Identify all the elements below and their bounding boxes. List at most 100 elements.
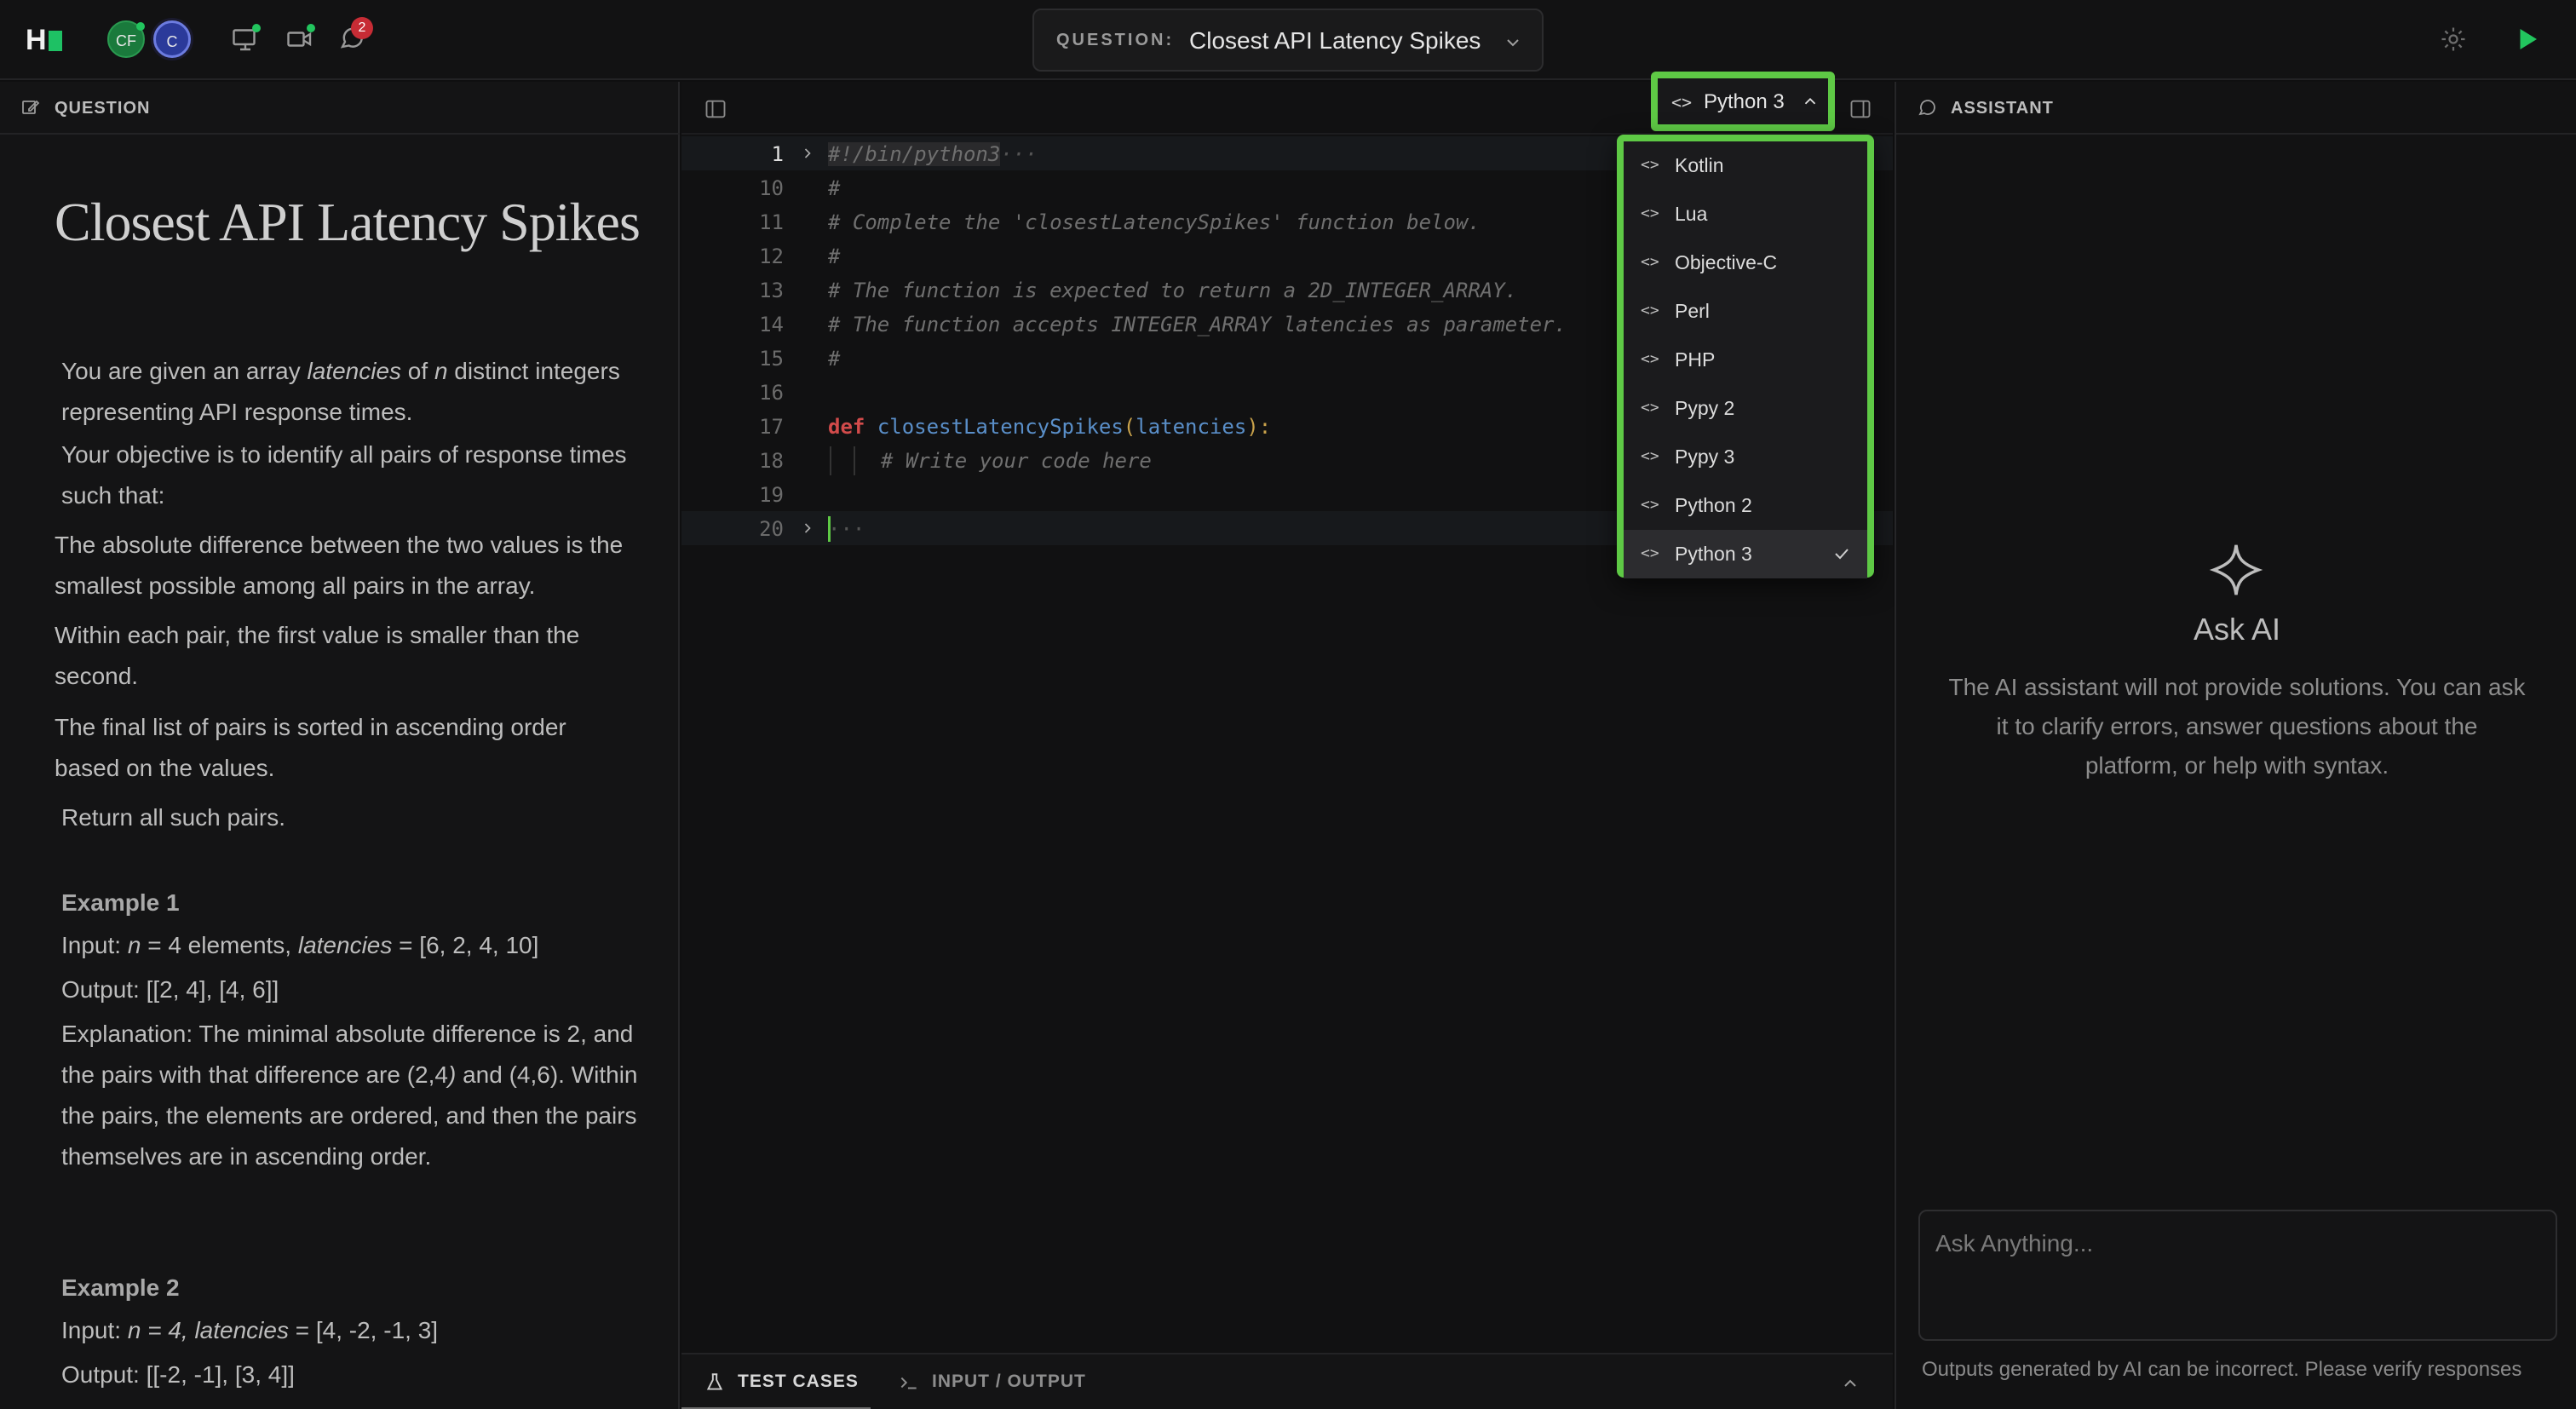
question-selector-title: Closest API Latency Spikes [1189, 27, 1481, 54]
rule-sorted-list: The final list of pairs is sorted in asc… [55, 714, 566, 781]
hackerrank-logo[interactable]: H [26, 26, 63, 55]
fold-chevron-right-icon[interactable] [799, 145, 816, 162]
video-status-dot [307, 24, 315, 32]
return-statement: Return all such pairs. [61, 804, 286, 831]
language-option-label: Kotlin [1675, 154, 1724, 176]
language-option-label: Pypy 2 [1675, 397, 1735, 419]
rule-smallest-difference: The absolute difference between the two … [55, 532, 624, 599]
code-text: # [828, 244, 841, 268]
line-number: 11 [759, 210, 784, 234]
terminal-icon [900, 1377, 917, 1389]
line-number: 13 [759, 279, 784, 302]
code-brackets-icon: <> [1641, 302, 1659, 319]
language-option-python-3[interactable]: <> Python 3 [1624, 530, 1867, 578]
line-number: 20 [759, 517, 784, 541]
code-text: def closestLatencySpikes(latencies): [828, 415, 1272, 439]
language-option-label: Pypy 3 [1675, 446, 1735, 468]
language-option-lua[interactable]: <> Lua [1624, 190, 1867, 239]
line-number: 15 [759, 347, 784, 371]
code-brackets-icon: <> [1641, 447, 1659, 465]
toggle-left-sidebar-icon[interactable] [704, 97, 727, 121]
fold-chevron-right-icon[interactable] [799, 520, 816, 537]
toggle-right-panel-icon[interactable] [1849, 97, 1872, 121]
checkmark-icon [1835, 549, 1849, 560]
question-panel-header: QUESTION [0, 82, 680, 135]
tab-test-cases[interactable]: TEST CASES [738, 1372, 859, 1392]
run-play-icon[interactable] [2511, 24, 2542, 55]
language-selector-label: Python 3 [1704, 90, 1785, 113]
example-2-heading: Example 2 [61, 1274, 180, 1301]
language-option-php[interactable]: <> PHP [1624, 336, 1867, 384]
language-option-pypy-2[interactable]: <> Pypy 2 [1624, 384, 1867, 433]
language-option-label: PHP [1675, 348, 1716, 371]
question-panel: QUESTION Closest API Latency Spikes You … [0, 82, 680, 1409]
language-option-label: Lua [1675, 203, 1708, 225]
screen-share-status-dot [252, 24, 261, 32]
sparkle-icon [2209, 544, 2263, 595]
ask-ai-input[interactable] [1935, 1227, 2532, 1261]
language-option-perl[interactable]: <> Perl [1624, 287, 1867, 336]
flask-icon [706, 1373, 723, 1390]
code-brackets-icon: <> [1641, 204, 1659, 222]
example-1-output: Output: [[2, 4], [4, 6]] [61, 976, 279, 1003]
code-brackets-icon: <> [1641, 399, 1659, 417]
language-option-label: Perl [1675, 300, 1710, 322]
top-bar: H CF C 2 QUESTION: Closest API Latency S… [0, 0, 2576, 80]
ai-disclaimer: Outputs generated by AI can be incorrect… [1922, 1358, 2522, 1381]
language-option-label: Python 2 [1675, 494, 1752, 516]
code-text: ··· [828, 517, 865, 541]
line-number: 14 [759, 313, 784, 336]
code-brackets-icon: <> [1641, 156, 1659, 174]
line-number: 16 [759, 381, 784, 405]
tab-input-output[interactable]: INPUT / OUTPUT [932, 1372, 1086, 1392]
avatar-participant-1[interactable]: CF [107, 20, 145, 58]
example-2-input: Input: n = 4, latencies = [4, -2, -1, 3] [61, 1317, 439, 1343]
language-option-python-2[interactable]: <> Python 2 [1624, 481, 1867, 530]
example-1-input: Input: n = 4 elements, latencies = [6, 2… [61, 932, 539, 958]
assistant-panel: ASSISTANT Ask AI The AI assistant will n… [1895, 82, 2576, 1409]
line-number: 10 [759, 176, 784, 200]
code-brackets-icon: <> [1641, 544, 1659, 562]
code-text: # [828, 176, 841, 200]
logo-square [48, 31, 62, 51]
code-text: # [828, 347, 841, 371]
code-text: # Write your code here [881, 449, 1152, 473]
question-objective: Your objective is to identify all pairs … [61, 441, 627, 509]
ask-ai-title: Ask AI [2193, 612, 2281, 647]
language-option-kotlin[interactable]: <> Kotlin [1624, 141, 1867, 190]
assistant-panel-title: ASSISTANT [1951, 99, 2054, 118]
line-number: 18 [759, 449, 784, 473]
chevron-down-icon [1507, 39, 1519, 47]
avatar-participant-2[interactable]: C [153, 20, 191, 58]
language-option-objective-c[interactable]: <> Objective-C [1624, 239, 1867, 287]
assistant-panel-header: ASSISTANT [1896, 82, 2576, 135]
question-intro: You are given an array latencies of n di… [61, 358, 620, 425]
code-text: #!/bin/python3··· [828, 142, 1038, 166]
ask-ai-input-box[interactable] [1918, 1210, 2557, 1341]
example-1-heading: Example 1 [61, 889, 180, 916]
line-number: 19 [759, 483, 784, 507]
code-brackets-icon: <> [1671, 92, 1693, 112]
language-option-pypy-3[interactable]: <> Pypy 3 [1624, 433, 1867, 481]
question-selector-label: QUESTION: [1056, 31, 1175, 49]
question-selector[interactable]: QUESTION: Closest API Latency Spikes [1032, 9, 1544, 72]
question-title: Closest API Latency Spikes [55, 192, 641, 252]
code-text: # The function is expected to return a 2… [828, 279, 1518, 302]
settings-gear-icon[interactable] [2438, 24, 2469, 55]
language-option-label: Python 3 [1675, 543, 1752, 565]
chevron-up-icon [1804, 97, 1816, 105]
editor-toolbar: <> Python 3 [681, 72, 1893, 135]
language-selector-button[interactable]: <> Python 3 [1651, 72, 1835, 131]
logo-letter: H [26, 24, 47, 56]
editor-bottom-tabs: TEST CASES INPUT / OUTPUT [681, 1353, 1893, 1409]
line-number: 17 [759, 415, 784, 439]
chat-bubble-icon [1918, 100, 1935, 116]
question-panel-title: QUESTION [55, 99, 151, 118]
chevron-up-icon[interactable] [1840, 1373, 1860, 1394]
example-2-output: Output: [[-2, -1], [3, 4]] [61, 1361, 295, 1388]
code-brackets-icon: <> [1641, 496, 1659, 514]
code-brackets-icon: <> [1641, 253, 1659, 271]
code-brackets-icon: <> [1641, 350, 1659, 368]
code-text: # The function accepts INTEGER_ARRAY lat… [828, 313, 1567, 336]
indent-guide [854, 446, 855, 475]
